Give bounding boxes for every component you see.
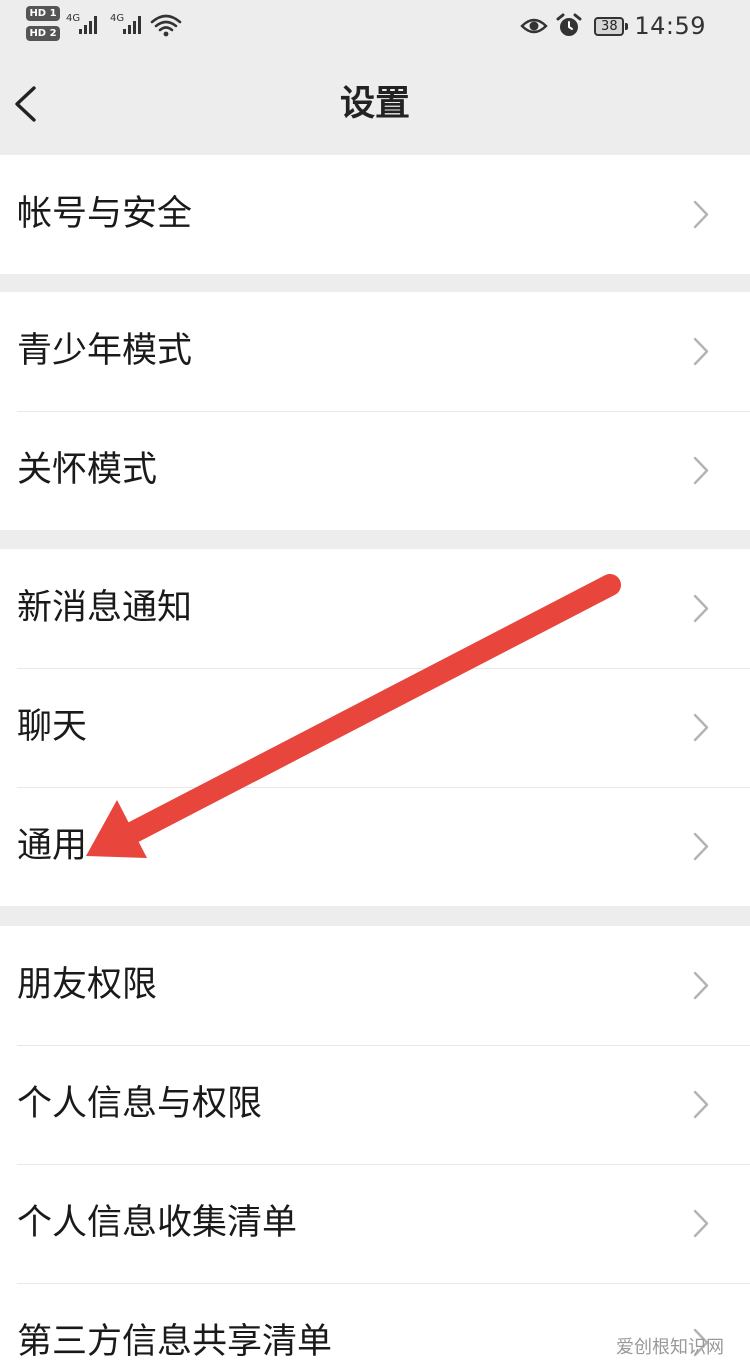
wifi-icon [150, 14, 182, 32]
network1-label: 4G [66, 13, 80, 24]
settings-item-label: 个人信息与权限 [17, 1084, 263, 1124]
settings-item-label: 第三方信息共享清单 [17, 1322, 333, 1362]
status-bar: HD 1 HD 2 4G 4G 38 14:59 [0, 0, 750, 52]
chevron-right-icon [693, 832, 709, 861]
settings-group-account: 帐号与安全 [0, 155, 750, 274]
settings-item-label: 青少年模式 [17, 331, 193, 371]
eye-icon [520, 18, 549, 34]
chevron-right-icon [693, 1090, 709, 1119]
settings-item-youth-mode[interactable]: 青少年模式 [0, 292, 750, 411]
chevron-right-icon [693, 456, 709, 485]
chevron-right-icon [693, 594, 709, 623]
settings-item-label: 个人信息收集清单 [17, 1203, 298, 1243]
settings-item-label: 聊天 [17, 707, 88, 747]
settings-item-label: 帐号与安全 [17, 194, 193, 234]
chevron-right-icon [693, 200, 709, 229]
sim2-hd-badge: HD 2 [26, 26, 60, 41]
signal2-icon [123, 16, 141, 34]
settings-item-care-mode[interactable]: 关怀模式 [0, 411, 750, 530]
settings-item-general[interactable]: 通用 [0, 787, 750, 906]
settings-item-friend-permissions[interactable]: 朋友权限 [0, 926, 750, 1045]
settings-item-label: 新消息通知 [17, 588, 193, 628]
nav-bar: 设置 [0, 52, 750, 154]
settings-group-messages: 新消息通知 聊天 通用 [0, 549, 750, 906]
signal-icons: 4G 4G [66, 13, 182, 37]
sim1-hd-badge: HD 1 [26, 6, 60, 21]
chevron-right-icon [693, 971, 709, 1000]
status-right: 38 14:59 [520, 9, 706, 43]
settings-item-chat[interactable]: 聊天 [0, 668, 750, 787]
chevron-right-icon [693, 337, 709, 366]
signal1-icon [79, 16, 97, 34]
status-time: 14:59 [634, 12, 706, 40]
settings-item-personal-info-collection[interactable]: 个人信息收集清单 [0, 1164, 750, 1283]
settings-group-privacy: 朋友权限 个人信息与权限 个人信息收集清单 第三方信息共享清单 [0, 926, 750, 1367]
settings-item-personal-info-permissions[interactable]: 个人信息与权限 [0, 1045, 750, 1164]
settings-item-label: 通用 [17, 826, 88, 866]
network2-label: 4G [110, 13, 124, 24]
sim-badges: HD 1 HD 2 [26, 6, 60, 46]
chevron-right-icon [693, 1209, 709, 1238]
watermark: 爱创根知识网 [616, 1337, 724, 1358]
settings-item-notifications[interactable]: 新消息通知 [0, 549, 750, 668]
settings-item-label: 关怀模式 [17, 450, 158, 490]
page-title: 设置 [339, 84, 410, 124]
chevron-right-icon [693, 713, 709, 742]
settings-group-modes: 青少年模式 关怀模式 [0, 292, 750, 530]
settings-item-label: 朋友权限 [17, 965, 158, 1005]
battery-indicator: 38 [594, 16, 629, 36]
settings-item-account-security[interactable]: 帐号与安全 [0, 155, 750, 274]
alarm-icon [556, 13, 582, 36]
